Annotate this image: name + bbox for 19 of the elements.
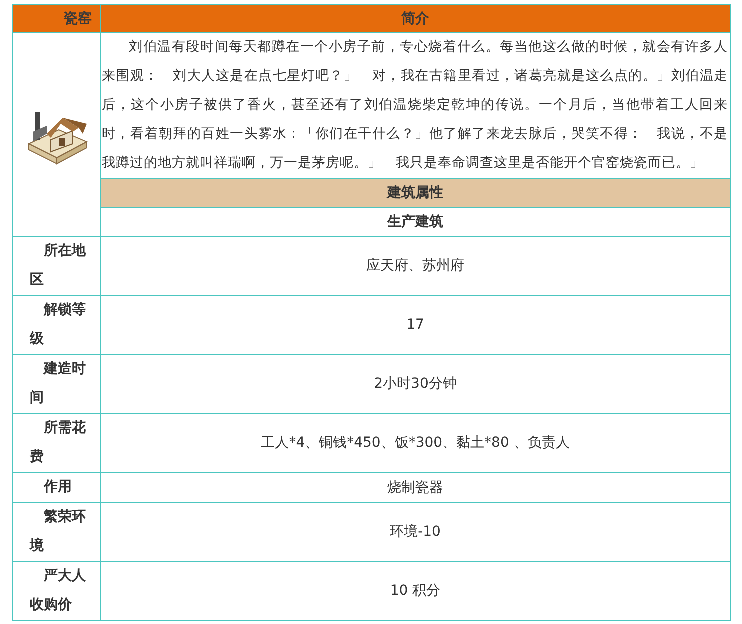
- section-header: 建筑属性: [100, 178, 730, 208]
- column-header: 瓷窑: [12, 4, 100, 32]
- row-label: 解锁等级: [30, 301, 87, 349]
- row-value: 环境-10: [390, 524, 441, 540]
- row-label: 所在地区: [30, 242, 87, 290]
- row-label: 繁荣环境: [30, 508, 87, 556]
- row-value: 17: [406, 317, 424, 333]
- description-text: 刘伯温有段时间每天都蹲在一个小房子前，专心烧着什么。每当他这么做的时候，就会有许多人来围观：「刘大人这是在点七星灯吧？」「对，我在古籍里看过，诸葛亮就是这么点的。」刘伯温走后，这个小房子被供了香火，甚至还有了刘伯温烧柴定乾坤的传说。一个月后，当他带着工人回来时，看着朝拜的百姓一头雾水：「你们在干什么？」他了解了来龙去脉后，哭笑不得：「我说，不是我蹲过的地方就叫祥瑞啊，万一是茅房呢。」「我只是奉命调查这里是否能开个官窑烧瓷而已。」: [102, 38, 728, 173]
- row-value: 应天府、苏州府: [366, 258, 464, 274]
- row-value: 2小时30分钟: [374, 376, 457, 392]
- category-label: 生产建筑: [388, 214, 444, 230]
- column-header: 简介: [100, 4, 730, 32]
- row-label: 作用: [42, 478, 73, 497]
- row-value: 10 积分: [390, 583, 441, 599]
- row-label: 所需花费: [30, 419, 87, 467]
- row-label: 严大人收购价: [30, 567, 87, 615]
- row-label: 建造时间: [30, 360, 87, 408]
- row-value: 工人*4、铜钱*450、饭*300、黏土*80 、负责人: [261, 435, 570, 451]
- row-value: 烧制瓷器: [388, 480, 444, 496]
